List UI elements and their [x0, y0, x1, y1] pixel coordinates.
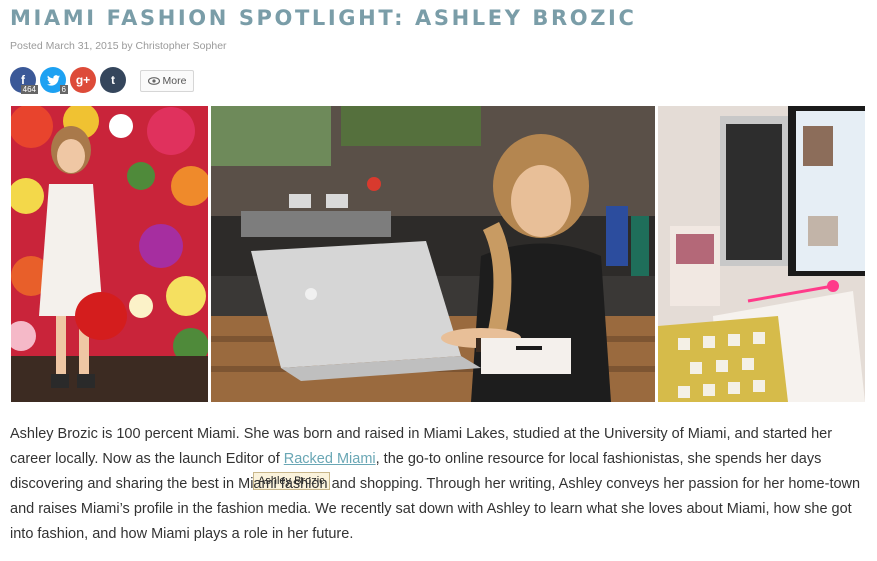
google-plus-icon: g+ [75, 73, 91, 87]
racked-miami-link[interactable]: Racked Miami [284, 451, 376, 467]
twitter-share-count: 6 [59, 85, 68, 94]
twitter-share-button[interactable]: 6 [40, 67, 68, 94]
facebook-share-button[interactable]: f 464 [10, 67, 38, 94]
article-body: Ashley Brozic is 100 percent Miami. She … [10, 422, 870, 547]
facebook-share-count: 464 [20, 85, 38, 94]
tumblr-share-button[interactable]: t [100, 67, 126, 93]
more-label: More [162, 75, 187, 87]
photo-desk-flatlay [658, 106, 865, 402]
post-meta: Posted March 31, 2015 by Christopher Sop… [10, 40, 227, 52]
twitter-icon [46, 74, 60, 86]
google-plus-share-button[interactable]: g+ [70, 67, 96, 93]
eye-icon [147, 77, 160, 85]
photo-flower-wall [11, 106, 208, 402]
article-title: MIAMI FASHION SPOTLIGHT: ASHLEY BROZIC [10, 6, 637, 30]
tumblr-icon: t [111, 73, 115, 87]
more-share-button[interactable]: More [140, 70, 194, 92]
photo-laptop-cafe [211, 106, 655, 402]
